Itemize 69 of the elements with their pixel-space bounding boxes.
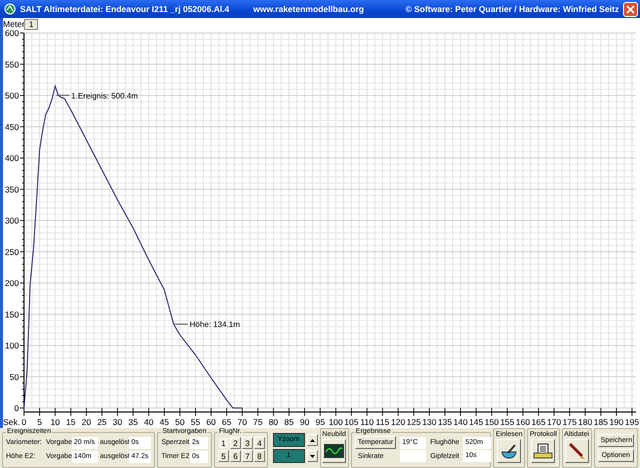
- website-text: www.raketenmodellbau.org: [253, 4, 364, 14]
- x-tick-label: 50: [175, 417, 185, 427]
- x-tick-label: 185: [594, 417, 608, 427]
- x-tick-label: 105: [344, 417, 358, 427]
- x-tick-label: 110: [360, 417, 374, 427]
- x-tick-label: 40: [144, 417, 154, 427]
- x-tick-label: 0: [22, 417, 26, 427]
- x-tick-label: 125: [406, 417, 421, 427]
- flight-number-button[interactable]: 8: [254, 450, 265, 462]
- x-tick-label: 65: [222, 417, 232, 427]
- window-title: SALT Altimeterdatei: Endeavour I211 _rj 052006.Al.4: [20, 4, 230, 14]
- x-tick-label: 25: [97, 417, 107, 427]
- x-tick-label: 195: [624, 417, 640, 427]
- x-tick-label: 60: [206, 417, 216, 427]
- y-tick-label: 0: [14, 403, 19, 413]
- x-tick-label: 5: [37, 417, 42, 427]
- x-tick-label: 180: [578, 417, 592, 427]
- x-tick-label: 165: [531, 417, 546, 427]
- x-tick-label: 115: [376, 417, 390, 427]
- y-tick-label: 450: [4, 122, 19, 132]
- x-tick-label: 70: [238, 417, 247, 427]
- x-tick-label: 20: [82, 417, 92, 427]
- x-tick-label: 80: [268, 417, 278, 427]
- x-tick-label: 175: [562, 417, 577, 427]
- x-tick-label: 75: [253, 417, 263, 427]
- x-tick-label: 90: [300, 417, 310, 427]
- flight-number-button[interactable]: 4: [254, 437, 265, 449]
- y-axis-label: Meter: [3, 19, 25, 29]
- x-tick-label: 15: [66, 417, 76, 427]
- annotation-label: 1.Ereignis: 500.4m: [71, 91, 138, 100]
- x-tick-label: 145: [469, 417, 484, 427]
- y-tick-label: 150: [4, 309, 19, 320]
- flight-number-button[interactable]: 7: [242, 450, 253, 462]
- x-tick-label: 150: [484, 417, 499, 427]
- x-tick-label: 45: [160, 417, 170, 427]
- y-tick-label: 250: [4, 246, 19, 257]
- y-tick-label: 500: [4, 90, 19, 100]
- x-tick-label: 35: [128, 417, 138, 427]
- flight-number-button[interactable]: 2: [230, 437, 241, 449]
- y-tick-label: 400: [4, 153, 19, 163]
- flight-number-button[interactable]: 6: [230, 450, 241, 462]
- x-tick-label: 155: [500, 417, 514, 427]
- x-tick-label: 95: [315, 417, 325, 427]
- x-tick-label: 85: [284, 417, 294, 427]
- x-tick-label: 100: [328, 417, 343, 427]
- flight-number-button[interactable]: 3: [242, 437, 253, 449]
- chart-tab[interactable]: 1: [24, 19, 38, 30]
- x-tick-label: 55: [190, 417, 200, 427]
- flight-number-button[interactable]: 1: [218, 437, 229, 449]
- y-tick-label: 200: [4, 278, 19, 288]
- x-tick-label: 120: [391, 417, 406, 427]
- y-tick-label: 550: [4, 59, 19, 70]
- x-tick-label: 135: [438, 417, 452, 427]
- copyright-text: © Software: Peter Quartier / Hardware: Winfried Seitz: [405, 4, 619, 14]
- x-tick-label: 160: [516, 417, 530, 427]
- y-tick-label: 100: [4, 340, 19, 350]
- x-tick-label: 30: [112, 417, 122, 427]
- x-tick-label: 10: [50, 417, 60, 427]
- x-tick-label: 170: [546, 417, 562, 427]
- x-tick-label: 140: [453, 417, 468, 427]
- flight-number-button[interactable]: 5: [218, 450, 229, 462]
- y-tick-label: 600: [4, 28, 19, 38]
- annotation-label: Höhe: 134.1m: [190, 320, 240, 330]
- y-tick-label: 300: [4, 216, 19, 226]
- x-tick-label: 190: [609, 417, 624, 427]
- x-axis-label: Sek.: [3, 417, 20, 427]
- x-tick-label: 130: [422, 417, 436, 427]
- y-tick-label: 350: [4, 184, 19, 194]
- y-tick-label: 50: [10, 372, 19, 382]
